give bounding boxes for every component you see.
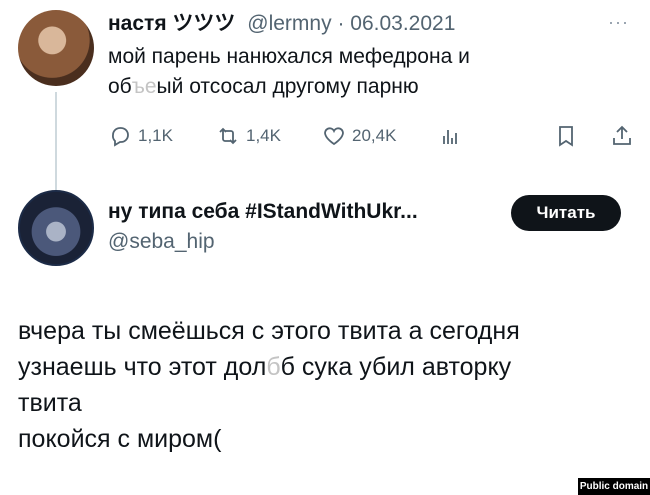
like-count: 20,4K xyxy=(352,126,397,145)
more-icon[interactable]: ··· xyxy=(608,12,629,33)
tweet-text: мой парень нанюхался мефедрона и объе ый… xyxy=(108,42,628,102)
views-icon xyxy=(443,130,457,144)
tweet-text-line: покойся с миром( xyxy=(18,425,222,453)
reply-count: 1,1K xyxy=(138,126,173,145)
retweet-count: 1,4K xyxy=(246,126,281,145)
bookmark-icon xyxy=(559,126,573,147)
main-tweet: ну типа себа #IStandWithUkr... @seba_hip… xyxy=(0,190,650,495)
public-domain-badge: Public domain xyxy=(578,478,650,495)
redaction: ъе xyxy=(131,72,157,102)
tweet-date[interactable]: 06.03.2021 xyxy=(350,12,455,35)
follow-button[interactable]: Читать xyxy=(511,195,621,231)
reply-button[interactable]: 1,1K xyxy=(108,124,173,148)
tweet-header: настя ツツツ @lermny · 06.03.2021 xyxy=(108,10,455,38)
author-handle[interactable]: @seba_hip xyxy=(108,230,215,254)
action-bar: 1,1K 1,4K 20,4K xyxy=(108,124,638,148)
tweet-text-line: узнаешь что этот долб б сука убил авторк… xyxy=(18,349,638,385)
avatar[interactable] xyxy=(18,10,94,86)
share-icon xyxy=(613,125,631,145)
tweet-text-line: мой парень нанюхался мефедрона и xyxy=(108,45,470,68)
tweet-text-line: объе ый отсосал другому парню xyxy=(108,72,628,102)
redaction: б xyxy=(266,349,281,385)
avatar[interactable] xyxy=(18,190,94,266)
author-name[interactable]: настя ツツツ xyxy=(108,12,235,35)
tweet-text: вчера ты смеёшься с этого твита а сегодн… xyxy=(18,313,638,457)
retweet-icon xyxy=(219,127,237,145)
retweet-button[interactable]: 1,4K xyxy=(216,124,281,148)
share-button[interactable] xyxy=(610,124,640,148)
tweet-text-line: твита xyxy=(18,389,82,417)
like-button[interactable]: 20,4K xyxy=(322,124,396,148)
views-button[interactable] xyxy=(438,124,468,148)
bookmark-button[interactable] xyxy=(554,124,584,148)
thread-line xyxy=(55,92,57,190)
quoted-tweet: настя ツツツ @lermny · 06.03.2021 ··· мой п… xyxy=(0,0,650,190)
reply-icon xyxy=(112,127,129,147)
author-name[interactable]: ну типа себа #IStandWithUkr... xyxy=(108,200,418,224)
heart-icon xyxy=(324,127,344,146)
author-handle[interactable]: @lermny · 06.03.2021 xyxy=(247,12,455,35)
tweet-text-line: вчера ты смеёшься с этого твита а сегодн… xyxy=(18,317,520,345)
